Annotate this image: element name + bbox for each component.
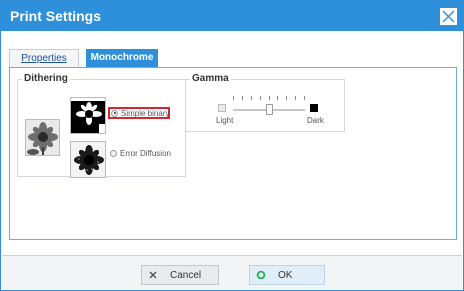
gamma-title: Gamma bbox=[190, 73, 231, 84]
close-button[interactable] bbox=[440, 8, 457, 25]
simple-binary-preview-image bbox=[70, 97, 106, 134]
gamma-group: Gamma Light Dark bbox=[185, 73, 345, 132]
gamma-tick bbox=[295, 96, 296, 100]
gamma-tick bbox=[286, 96, 287, 100]
ok-label: OK bbox=[278, 269, 293, 281]
dithering-group: Dithering Simple binary Error Diffusion bbox=[17, 73, 186, 178]
dialog-footer: Cancel OK bbox=[2, 255, 462, 290]
simple-binary-option[interactable]: Simple binary bbox=[108, 107, 170, 119]
dithering-title: Dithering bbox=[22, 73, 70, 84]
gamma-tick-marks bbox=[233, 96, 305, 101]
ok-button[interactable]: OK bbox=[249, 265, 325, 285]
gamma-tick bbox=[251, 96, 252, 100]
gamma-tick bbox=[269, 96, 270, 100]
circle-icon bbox=[256, 270, 266, 280]
title-bar: Print Settings bbox=[1, 1, 463, 31]
error-diffusion-preview-image bbox=[70, 141, 106, 178]
monochrome-panel: Dithering Simple binary Error Diffusion … bbox=[9, 67, 457, 240]
dialog-title: Print Settings bbox=[10, 8, 102, 24]
gamma-light-label: Light bbox=[216, 116, 234, 125]
error-diffusion-label: Error Diffusion bbox=[120, 149, 171, 158]
cancel-label: Cancel bbox=[170, 269, 202, 281]
original-preview-image bbox=[25, 119, 60, 156]
error-diffusion-radio[interactable] bbox=[110, 150, 117, 157]
light-swatch bbox=[218, 104, 226, 112]
gamma-tick bbox=[260, 96, 261, 100]
gamma-tick bbox=[277, 96, 278, 100]
gamma-tick bbox=[242, 96, 243, 100]
print-settings-dialog: Print Settings Properties Monochrome Dit… bbox=[0, 0, 464, 291]
gamma-dark-label: Dark bbox=[307, 116, 324, 125]
x-icon bbox=[149, 271, 157, 279]
dark-swatch bbox=[310, 104, 318, 112]
simple-binary-radio[interactable] bbox=[111, 109, 118, 117]
tab-monochrome[interactable]: Monochrome bbox=[86, 49, 158, 68]
simple-binary-label: Simple binary bbox=[121, 108, 170, 118]
gamma-slider-thumb[interactable] bbox=[266, 104, 273, 115]
error-diffusion-option[interactable]: Error Diffusion bbox=[110, 149, 171, 158]
gamma-tick bbox=[304, 96, 305, 100]
cancel-button[interactable]: Cancel bbox=[141, 265, 219, 285]
tab-properties[interactable]: Properties bbox=[9, 49, 79, 68]
gamma-tick bbox=[233, 96, 234, 100]
close-icon bbox=[442, 10, 455, 23]
